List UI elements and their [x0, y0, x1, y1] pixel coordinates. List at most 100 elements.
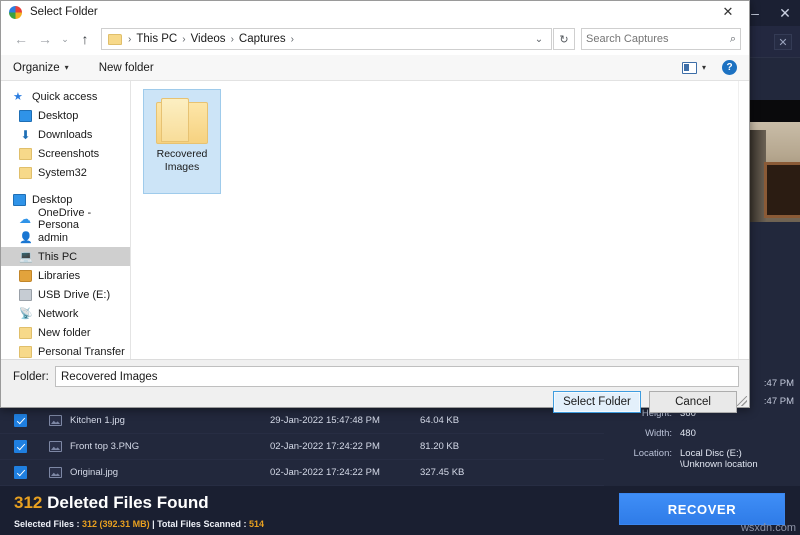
sidebar-item-label: Desktop: [38, 109, 79, 122]
resize-grip[interactable]: [737, 396, 747, 406]
row-checkbox[interactable]: [14, 440, 27, 453]
sidebar-item-label: Quick access: [32, 90, 98, 103]
folder-item-recovered-images[interactable]: Recovered Images: [143, 89, 221, 194]
chevron-down-icon: ▾: [64, 63, 69, 72]
star-icon: ★: [13, 90, 23, 103]
sidebar-divider: [1, 182, 130, 190]
close-icon[interactable]: ✕: [707, 1, 749, 23]
up-icon[interactable]: ↑: [73, 27, 97, 51]
file-size: 327.45 KB: [420, 467, 465, 478]
folder-item-label: Recovered Images: [146, 148, 218, 174]
cancel-button[interactable]: Cancel: [649, 391, 737, 413]
deleted-files-count: 312: [14, 493, 43, 512]
sidebar-item-usb-drive[interactable]: USB Drive (E:): [1, 285, 130, 304]
sidebar-item-desktop[interactable]: Desktop: [1, 106, 130, 125]
command-bar-right: ▾ ?: [681, 60, 737, 75]
file-date: 02-Jan-2022 17:24:22 PM: [270, 441, 380, 452]
width-value: 480: [680, 428, 696, 439]
view-chevron-down-icon[interactable]: ▾: [702, 63, 706, 72]
sidebar-item-network[interactable]: 📡 Network: [1, 304, 130, 323]
sidebar-item-label: Downloads: [38, 128, 93, 141]
folder-icon: [19, 326, 32, 339]
organize-button[interactable]: Organize ▾: [13, 62, 69, 74]
sidebar-item-onedrive[interactable]: ☁ OneDrive - Persona: [1, 206, 130, 231]
background-timestamp-1: :47 PM: [763, 378, 794, 389]
sidebar-item-quick-access[interactable]: ★ Quick access: [1, 87, 130, 106]
monitor-icon: [13, 193, 26, 206]
breadcrumb-sep-3: ›: [290, 33, 294, 45]
breadcrumb-item-this-pc[interactable]: This PC: [133, 33, 180, 45]
breadcrumb-item-captures[interactable]: Captures: [236, 33, 289, 45]
folder-content-area[interactable]: Recovered Images: [131, 81, 749, 359]
drive-icon: [19, 288, 32, 301]
status-bar: 312 Deleted Files Found Selected Files :…: [0, 486, 604, 535]
folder-name-input[interactable]: [55, 366, 739, 387]
location-label: Location:: [633, 448, 672, 459]
organize-label: Organize: [13, 61, 60, 74]
breadcrumb-sep-1: ›: [182, 33, 186, 45]
sidebar-item-new-folder[interactable]: New folder: [1, 323, 130, 342]
deleted-files-found-label: Deleted Files Found: [47, 493, 209, 512]
sidebar-item-libraries[interactable]: Libraries: [1, 266, 130, 285]
app-close-button[interactable]: ✕: [770, 0, 800, 26]
breadcrumb-item-videos[interactable]: Videos: [188, 33, 229, 45]
dialog-title: Select Folder: [30, 6, 98, 18]
sidebar-item-label: admin: [38, 231, 68, 244]
table-row[interactable]: Front top 3.PNG 02-Jan-2022 17:24:22 PM …: [0, 434, 604, 460]
selected-files-summary: Selected Files : 312 (392.31 MB) | Total…: [14, 519, 604, 529]
select-folder-button[interactable]: Select Folder: [553, 391, 641, 413]
scanned-separator: | Total Files Scanned :: [149, 519, 249, 529]
width-label: Width:: [645, 428, 672, 439]
select-folder-dialog: Select Folder ✕ ← → ⌄ ↑ › This PC › Vide…: [0, 0, 751, 413]
recover-button[interactable]: RECOVER: [619, 493, 785, 525]
pc-icon: 💻: [19, 250, 33, 263]
search-input[interactable]: [586, 33, 730, 45]
search-box[interactable]: ⌕: [581, 28, 741, 50]
search-icon: ⌕: [729, 32, 736, 45]
sidebar-item-this-pc[interactable]: 💻 This PC: [1, 247, 130, 266]
app-logo-icon: [9, 5, 22, 19]
image-file-icon: [49, 441, 62, 452]
dialog-footer: Folder: Select Folder Cancel: [1, 359, 751, 413]
navigation-sidebar[interactable]: ★ Quick access Desktop ⬇ Downloads Scree…: [1, 81, 131, 359]
table-row[interactable]: Original.jpg 02-Jan-2022 17:24:22 PM 327…: [0, 460, 604, 486]
sidebar-item-downloads[interactable]: ⬇ Downloads: [1, 125, 130, 144]
file-preview-thumbnail: [748, 100, 800, 222]
dialog-body: ★ Quick access Desktop ⬇ Downloads Scree…: [1, 81, 749, 359]
deleted-file-list[interactable]: Kitchen 1.jpg 29-Jan-2022 15:47:48 PM 64…: [0, 408, 604, 486]
sidebar-item-label: OneDrive - Persona: [38, 206, 92, 231]
table-row[interactable]: Kitchen 1.jpg 29-Jan-2022 15:47:48 PM 64…: [0, 408, 604, 434]
user-icon: 👤: [19, 231, 33, 244]
location-line-1: Local Disc (E:): [680, 448, 742, 459]
folder-name-row: Folder:: [1, 366, 751, 387]
row-checkbox[interactable]: [14, 466, 27, 479]
sidebar-item-label: This PC: [38, 250, 78, 263]
file-name: Original.jpg: [70, 467, 119, 478]
back-icon[interactable]: ←: [9, 27, 33, 51]
sidebar-item-personal-transfer[interactable]: Personal Transfer: [1, 342, 130, 359]
download-icon: ⬇: [20, 127, 31, 142]
row-checkbox[interactable]: [14, 414, 27, 427]
file-size: 64.04 KB: [420, 415, 460, 426]
content-scrollbar[interactable]: [738, 81, 749, 359]
recent-locations-icon[interactable]: ⌄: [57, 34, 73, 45]
sidebar-item-admin[interactable]: 👤 admin: [1, 228, 130, 247]
file-date: 02-Jan-2022 17:24:22 PM: [270, 467, 380, 478]
breadcrumb[interactable]: › This PC › Videos › Captures › ⌄: [101, 28, 552, 50]
file-size: 81.20 KB: [420, 441, 460, 452]
library-icon: [19, 269, 32, 282]
view-mode-icon[interactable]: [681, 61, 697, 74]
sidebar-item-system32[interactable]: System32: [1, 163, 130, 182]
sidebar-item-label: Network: [38, 307, 79, 320]
folder-icon: [156, 98, 208, 144]
sidebar-item-screenshots[interactable]: Screenshots: [1, 144, 130, 163]
folder-label-line-1: Recovered: [156, 148, 208, 160]
folder-icon: [19, 166, 32, 179]
chevron-down-icon[interactable]: ⌄: [529, 34, 549, 45]
forward-icon[interactable]: →: [33, 27, 57, 51]
location-value: Local Disc (E:) \Unknown location: [680, 448, 758, 470]
new-folder-button[interactable]: New folder: [99, 62, 154, 74]
help-icon[interactable]: ?: [722, 60, 737, 75]
refresh-icon[interactable]: ↻: [553, 28, 575, 50]
app-search-clear-icon[interactable]: ✕: [774, 34, 792, 50]
